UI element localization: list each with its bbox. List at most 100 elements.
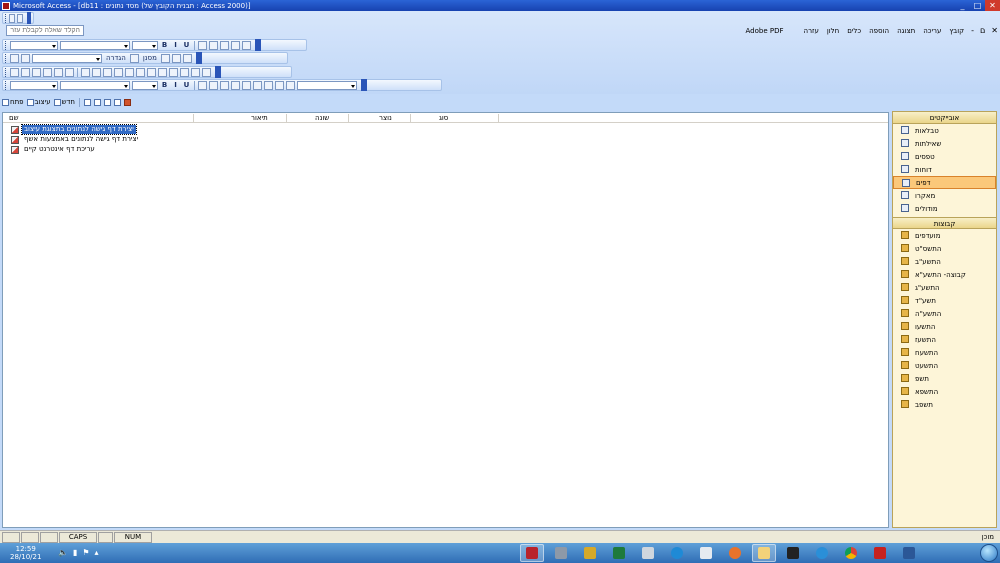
copy-icon[interactable] [92,67,101,77]
align-right-icon[interactable] [220,80,229,90]
save-icon[interactable] [21,53,30,63]
align-center-icon[interactable] [209,80,218,90]
toolbar-grip[interactable] [5,67,8,77]
numbering-icon[interactable] [231,80,240,90]
underline-button[interactable]: U [182,81,191,90]
properties-icon[interactable] [180,67,189,77]
underline-button[interactable]: U [182,41,191,50]
menu-help[interactable]: עזרה [803,27,820,35]
tray-expand-icon[interactable]: ▴ [95,548,99,557]
group-item[interactable]: התשס"ט [893,242,996,255]
color-palette-icon[interactable] [17,13,24,23]
object-tables[interactable]: טבלאות [893,124,996,137]
special-effect-icon[interactable] [242,40,251,50]
design-button[interactable]: עיצוב [26,98,51,106]
menu-tools[interactable]: כלים [846,27,862,35]
color-combo[interactable] [297,80,357,90]
group-item[interactable]: מועדפים [893,229,996,242]
groups-header[interactable]: קבוצות [893,217,996,229]
start-button[interactable] [980,544,998,562]
object-modules[interactable]: מודולים [893,202,996,215]
print-icon[interactable] [43,67,52,77]
group-item[interactable]: תשפ [893,372,996,385]
object-queries[interactable]: שאילתות [893,137,996,150]
redo-icon[interactable] [136,67,145,77]
filter-label[interactable]: מסנן [141,54,159,62]
menu-adobe-pdf[interactable]: Adobe PDF [744,27,784,35]
column-separator[interactable] [286,114,287,122]
spelling-icon[interactable] [65,67,74,77]
taskbar-photos[interactable] [578,544,602,562]
code-icon[interactable] [191,67,200,77]
taskbar-explorer[interactable] [752,544,776,562]
font-size-combo[interactable] [132,80,158,90]
group-item[interactable]: קבוצה- התשע"א [893,268,996,281]
object-forms[interactable]: טפסים [893,150,996,163]
close-button[interactable]: ✕ [985,0,1000,11]
taskbar-printer[interactable] [549,544,573,562]
delete-icon[interactable] [83,98,91,106]
details-view-icon[interactable] [123,98,131,106]
pages-icon[interactable] [9,13,16,23]
section-combo[interactable] [32,53,102,63]
column-name[interactable]: שם [9,113,19,123]
taskbar-excel[interactable] [607,544,631,562]
group-item[interactable]: התשעח [893,346,996,359]
taskbar-edge[interactable] [665,544,689,562]
taskbar-game[interactable] [781,544,805,562]
hyperlink-icon[interactable] [147,67,156,77]
field-list-icon[interactable] [158,67,167,77]
menu-window[interactable]: חלון [826,27,840,35]
open-button[interactable]: פתח [2,98,24,106]
column-separator[interactable] [193,114,194,122]
open-icon[interactable] [21,67,30,77]
line-color-icon[interactable] [220,40,229,50]
access-app-icon[interactable] [2,1,10,10]
column-separator[interactable] [410,114,411,122]
font-color-icon[interactable] [286,80,295,90]
column-type[interactable]: סוג [439,113,448,123]
format-painter-icon[interactable] [114,67,123,77]
font-color-icon[interactable] [209,40,218,50]
objects-header[interactable]: אובייקטים [893,112,996,124]
taskbar-access[interactable] [520,544,544,562]
bold-button[interactable]: B [160,81,169,90]
group-item[interactable]: התשע"ג [893,281,996,294]
bullets-icon[interactable] [242,80,251,90]
group-item[interactable]: תשפב [893,398,996,411]
taskbar-acrobat[interactable] [868,544,892,562]
group-item[interactable]: התשע"ב [893,255,996,268]
taskbar-word[interactable] [897,544,921,562]
save-icon[interactable] [32,67,41,77]
font-name-combo[interactable] [60,80,130,90]
flag-icon[interactable]: ⚑ [82,548,89,557]
list-view-icon[interactable] [113,98,121,106]
small-icons-icon[interactable] [103,98,111,106]
column-description[interactable]: תיאור [251,113,268,123]
italic-button[interactable]: I [171,41,180,50]
group-item[interactable]: התשעו [893,320,996,333]
border-icon[interactable] [231,40,240,50]
demote-icon[interactable] [171,53,181,63]
column-separator[interactable] [348,114,349,122]
doc-minimize-button[interactable]: - [971,26,974,35]
menu-edit[interactable]: עריכה [922,27,942,35]
view-icon[interactable] [10,53,19,63]
menu-file[interactable]: קובץ [948,27,965,35]
toolbox-icon[interactable] [169,67,178,77]
ask-question-input[interactable] [6,25,84,36]
fill-color-icon[interactable] [198,40,207,50]
group-item[interactable]: תשע"ד [893,294,996,307]
large-icons-icon[interactable] [93,98,101,106]
decrease-indent-icon[interactable] [253,80,262,90]
doc-restore-button[interactable]: ם [980,26,985,35]
network-icon[interactable]: ▮ [73,548,77,557]
bold-button[interactable]: B [160,41,169,50]
group-item[interactable]: התשפא [893,385,996,398]
undo-icon[interactable] [125,67,134,77]
list-item[interactable]: עריכת דף אינטרנט קיים [11,145,97,154]
promote-icon[interactable] [160,53,170,63]
style-combo[interactable] [10,80,58,90]
volume-icon[interactable]: 🔈 [58,548,68,557]
maximize-button[interactable]: □ [970,0,985,11]
